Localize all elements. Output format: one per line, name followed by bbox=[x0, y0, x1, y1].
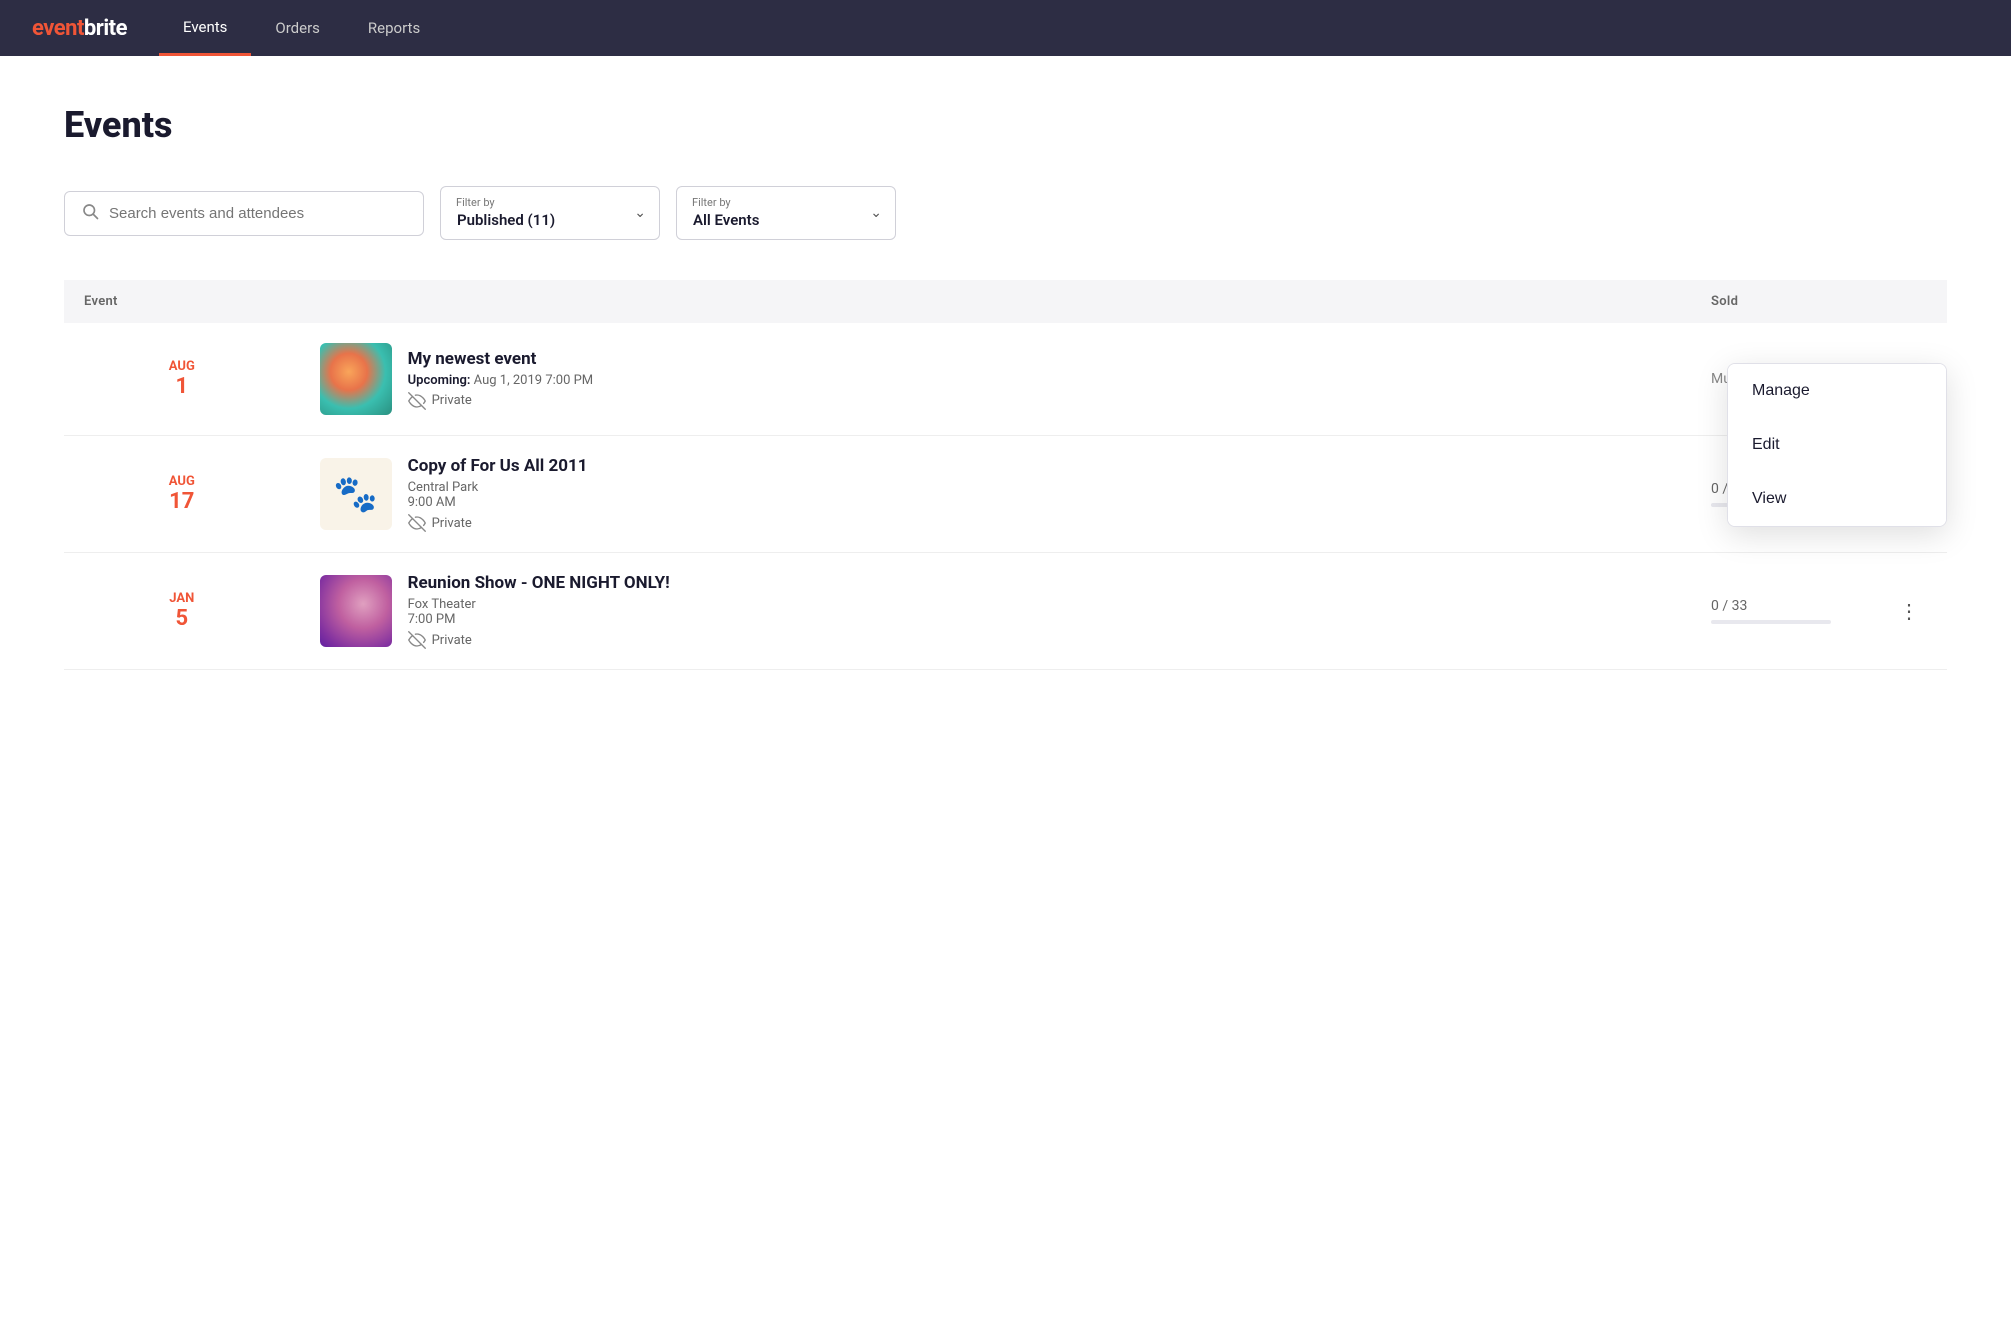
private-label: Private bbox=[432, 516, 472, 531]
private-label: Private bbox=[432, 393, 472, 408]
event-info: Reunion Show - ONE NIGHT ONLY! Fox Theat… bbox=[320, 573, 1671, 649]
dropdown-edit[interactable]: Edit bbox=[1728, 418, 1946, 472]
filter2-value[interactable]: All Events bbox=[676, 186, 896, 240]
col-sold: Sold bbox=[1691, 280, 1871, 323]
event-private-badge: Private bbox=[408, 392, 1671, 410]
event-info: My newest event Upcoming: Aug 1, 2019 7:… bbox=[320, 343, 1671, 415]
top-nav: eventbrite Events Orders Reports bbox=[0, 0, 2011, 56]
page-content: Events Filter by Published (11) ⌄ Filter… bbox=[0, 56, 2011, 718]
date-month: Jan bbox=[84, 591, 280, 606]
event-thumbnail bbox=[320, 575, 392, 647]
sold-value: 0 / 33 bbox=[1711, 598, 1747, 614]
filter-all-events[interactable]: Filter by All Events ⌄ bbox=[676, 186, 896, 240]
date-day: 1 bbox=[84, 374, 280, 399]
event-action[interactable]: ⋮ Manage Edit View bbox=[1871, 323, 1947, 436]
private-label: Private bbox=[432, 633, 472, 648]
col-event: Event bbox=[64, 280, 1691, 323]
progress-bar bbox=[1711, 620, 1831, 624]
event-date: Jan 5 bbox=[64, 553, 300, 670]
date-day: 17 bbox=[84, 489, 280, 514]
event-date: Aug 17 bbox=[64, 436, 300, 553]
event-date: Aug 1 bbox=[64, 323, 300, 436]
event-name[interactable]: My newest event bbox=[408, 349, 1671, 369]
private-icon bbox=[408, 631, 426, 649]
event-thumbnail bbox=[320, 343, 392, 415]
nav-item-orders[interactable]: Orders bbox=[251, 0, 344, 56]
filter1-value[interactable]: Published (11) bbox=[440, 186, 660, 240]
event-date-sub: Upcoming: Aug 1, 2019 7:00 PM bbox=[408, 373, 1671, 388]
event-private-badge: Private bbox=[408, 631, 1671, 649]
event-sold: 0 / 33 bbox=[1691, 553, 1871, 670]
private-icon bbox=[408, 392, 426, 410]
more-options-button[interactable]: ⋮ bbox=[1891, 595, 1927, 628]
event-name[interactable]: Copy of For Us All 2011 bbox=[408, 456, 1671, 476]
dropdown-manage[interactable]: Manage bbox=[1728, 364, 1946, 418]
search-input[interactable] bbox=[109, 205, 407, 222]
search-box[interactable] bbox=[64, 191, 424, 236]
event-details: Reunion Show - ONE NIGHT ONLY! Fox Theat… bbox=[408, 573, 1671, 649]
search-icon bbox=[81, 202, 99, 225]
nav-item-events[interactable]: Events bbox=[159, 0, 251, 56]
nav-item-reports[interactable]: Reports bbox=[344, 0, 444, 56]
event-location-sub: Central Park9:00 AM bbox=[408, 480, 1671, 510]
table-row: Aug 1 My newest event Upcoming: Aug 1, 2… bbox=[64, 323, 1947, 436]
date-month: Aug bbox=[84, 359, 280, 374]
filter-published[interactable]: Filter by Published (11) ⌄ bbox=[440, 186, 660, 240]
table-row: Jan 5 Reunion Show - ONE NIGHT ONLY! Fox… bbox=[64, 553, 1947, 670]
table-row: Aug 17 🐾 Copy of For Us All 2011 Central… bbox=[64, 436, 1947, 553]
events-table: Event Sold Aug 1 My newest event Upcomin… bbox=[64, 280, 1947, 670]
event-location-sub: Fox Theater7:00 PM bbox=[408, 597, 1671, 627]
event-info-cell: My newest event Upcoming: Aug 1, 2019 7:… bbox=[300, 323, 1691, 436]
table-header: Event Sold bbox=[64, 280, 1947, 323]
event-private-badge: Private bbox=[408, 514, 1671, 532]
private-icon bbox=[408, 514, 426, 532]
event-name[interactable]: Reunion Show - ONE NIGHT ONLY! bbox=[408, 573, 1671, 593]
event-action[interactable]: ⋮ bbox=[1871, 553, 1947, 670]
filters-row: Filter by Published (11) ⌄ Filter by All… bbox=[64, 186, 1947, 240]
event-thumbnail: 🐾 bbox=[320, 458, 392, 530]
event-info-cell: Reunion Show - ONE NIGHT ONLY! Fox Theat… bbox=[300, 553, 1691, 670]
event-info-cell: 🐾 Copy of For Us All 2011 Central Park9:… bbox=[300, 436, 1691, 553]
event-details: My newest event Upcoming: Aug 1, 2019 7:… bbox=[408, 349, 1671, 410]
page-title: Events bbox=[64, 104, 1947, 146]
event-info: 🐾 Copy of For Us All 2011 Central Park9:… bbox=[320, 456, 1671, 532]
dropdown-view[interactable]: View bbox=[1728, 472, 1946, 526]
date-day: 5 bbox=[84, 606, 280, 631]
dropdown-menu: Manage Edit View bbox=[1727, 363, 1947, 527]
date-month: Aug bbox=[84, 474, 280, 489]
events-list: Aug 1 My newest event Upcoming: Aug 1, 2… bbox=[64, 323, 1947, 670]
event-details: Copy of For Us All 2011 Central Park9:00… bbox=[408, 456, 1671, 532]
logo[interactable]: eventbrite bbox=[32, 16, 127, 41]
